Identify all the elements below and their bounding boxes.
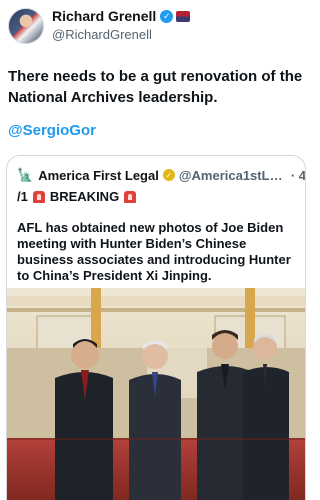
avatar[interactable]	[8, 8, 44, 44]
post: Richard Grenell ✓ @RichardGrenell There …	[0, 0, 313, 500]
quoted-tweet-card[interactable]: 🗽 America First Legal ✓ @America1stLe...…	[6, 155, 306, 500]
siren-icon	[32, 190, 45, 203]
author-row[interactable]: Richard Grenell ✓ @RichardGrenell	[8, 8, 191, 44]
quote-author-name[interactable]: America First Legal	[38, 168, 159, 183]
quote-header: 🗽 America First Legal ✓ @America1stLe...…	[17, 167, 305, 183]
author-names: Richard Grenell ✓ @RichardGrenell	[52, 8, 191, 42]
meeting-photo-illustration	[7, 288, 305, 500]
author-handle[interactable]: @RichardGrenell	[52, 27, 190, 42]
name-line: Richard Grenell ✓	[52, 8, 191, 24]
breaking-label: BREAKING	[49, 189, 120, 204]
quote-author-handle[interactable]: @America1stLe...	[179, 168, 287, 183]
american-flag-badge-icon[interactable]	[176, 10, 191, 22]
display-name[interactable]: Richard Grenell	[52, 8, 156, 24]
tweet-text: There needs to be a gut renovation of th…	[8, 68, 303, 106]
mention-link[interactable]: @SergioGor	[8, 122, 96, 139]
quote-photo[interactable]	[7, 288, 305, 500]
thread-index: /1	[17, 189, 28, 204]
gold-verified-badge-icon: ✓	[162, 169, 175, 181]
breaking-row: /1 BREAKING	[17, 189, 141, 204]
quote-body: AFL has obtained new photos of Joe Biden…	[17, 220, 291, 283]
verified-check-icon: ✓	[160, 9, 174, 23]
siren-icon	[124, 190, 137, 203]
quote-timestamp[interactable]: · 4d	[291, 168, 305, 183]
statue-of-liberty-logo-icon: 🗽	[17, 167, 34, 182]
